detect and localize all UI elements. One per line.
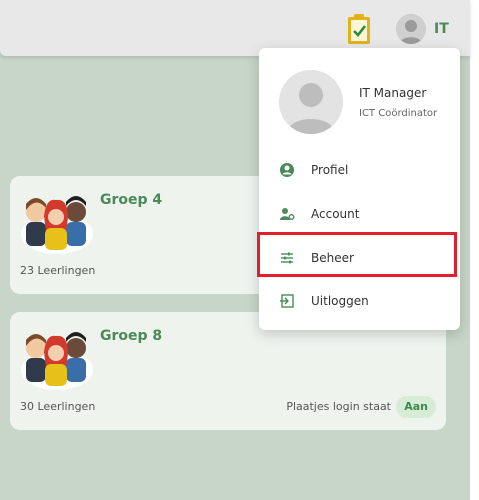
account-settings-icon	[279, 206, 295, 222]
person-circle-icon	[279, 162, 295, 178]
students-group-icon	[20, 324, 94, 390]
picture-login-toggle[interactable]: Aan	[396, 396, 436, 418]
user-menu-toggle[interactable]: IT	[396, 12, 456, 46]
menu-item-label: Account	[311, 207, 360, 221]
highlight-box	[257, 232, 457, 277]
group-name[interactable]: Groep 8	[100, 328, 162, 344]
group-name[interactable]: Groep 4	[100, 192, 162, 208]
students-group-icon	[20, 188, 94, 254]
page-edge	[470, 0, 479, 500]
logout-icon	[279, 293, 295, 309]
avatar	[279, 70, 343, 134]
clipboard-check-icon[interactable]	[345, 12, 373, 46]
student-count: 30 Leerlingen	[20, 400, 96, 413]
menu-item-label: Profiel	[311, 163, 349, 177]
user-name: IT Manager	[359, 86, 427, 100]
picture-login-label: Plaatjes login staat	[286, 400, 391, 413]
avatar	[396, 14, 426, 44]
user-initials: IT	[434, 21, 449, 37]
user-dropdown-menu: IT Manager ICT Coördinator Profiel Accou…	[259, 48, 460, 330]
menu-item-uitloggen[interactable]: Uitloggen	[259, 281, 460, 321]
user-role: ICT Coördinator	[359, 108, 438, 119]
student-count: 23 Leerlingen	[20, 264, 96, 277]
menu-item-label: Uitloggen	[311, 294, 369, 308]
menu-item-account[interactable]: Account	[259, 194, 460, 234]
menu-item-profiel[interactable]: Profiel	[259, 150, 460, 190]
